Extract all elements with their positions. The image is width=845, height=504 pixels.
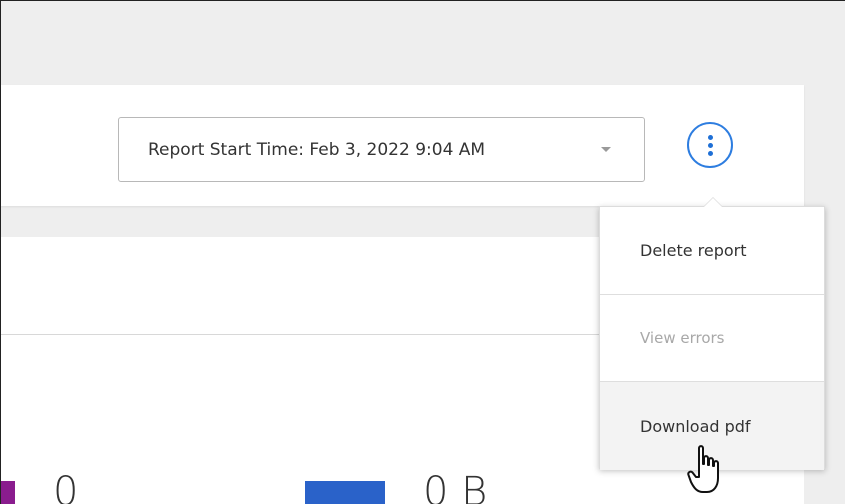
- metric-value: 0: [53, 469, 79, 504]
- metric-color-swatch: [305, 481, 385, 504]
- kebab-dot: [707, 142, 713, 148]
- report-start-time-select[interactable]: Report Start Time: Feb 3, 2022 9:04 AM: [118, 117, 645, 182]
- report-start-time-label: Report Start Time: Feb 3, 2022 9:04 AM: [148, 139, 486, 160]
- chevron-down-icon: [601, 147, 611, 152]
- menu-item-delete-report[interactable]: Delete report: [600, 207, 824, 294]
- more-options-menu: Delete report View errors Download pdf: [599, 206, 825, 470]
- more-options-button[interactable]: [687, 122, 733, 168]
- metric-value: 0 B: [423, 469, 488, 504]
- kebab-dot: [707, 134, 713, 140]
- report-header: Report Start Time: Feb 3, 2022 9:04 AM: [1, 85, 804, 206]
- metric-color-swatch: [1, 481, 15, 504]
- menu-item-view-errors[interactable]: View errors: [600, 294, 824, 381]
- kebab-dot: [707, 150, 713, 156]
- hand-pointer-icon: [687, 445, 719, 493]
